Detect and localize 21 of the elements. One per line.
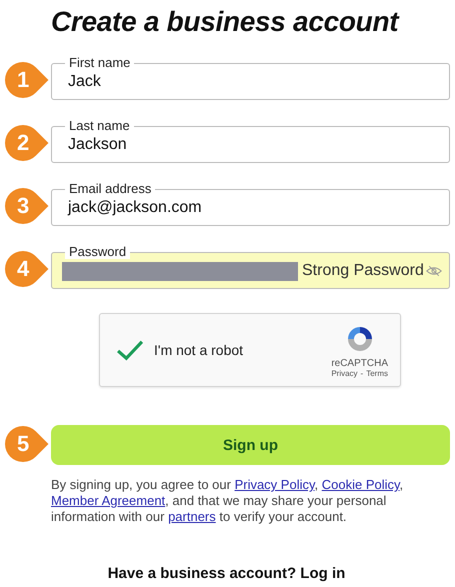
terms-link[interactable]: Terms [366, 368, 388, 378]
check-icon[interactable] [116, 339, 144, 361]
separator: - [360, 368, 364, 378]
sign-up-button[interactable]: Sign up [51, 425, 450, 465]
policy-link[interactable]: Cookie Policy [322, 477, 400, 492]
captcha-label: I'm not a robot [154, 342, 244, 358]
login-link[interactable]: Have a business account? Log in [108, 565, 346, 582]
input-field[interactable]: First name Jack [51, 56, 450, 100]
policy-link[interactable]: partners [168, 509, 216, 524]
password-strength: Strong Password [302, 262, 424, 280]
input-field[interactable]: Last name Jackson [51, 119, 450, 163]
privacy-link[interactable]: Privacy [331, 368, 358, 378]
legal-notice: By signing up, you agree to our Privacy Policy, Cookie Policy, Member Agreement, and that we may share your personal information with our partners to verify your account. [51, 477, 404, 525]
page-title: Create a business account [51, 5, 400, 39]
hidden-eye-icon[interactable] [426, 265, 442, 277]
input-field[interactable]: Email address jack@jackson.com [51, 182, 450, 226]
policy-link[interactable]: Privacy Policy [234, 477, 315, 492]
field-label: Password [65, 245, 130, 259]
policy-link[interactable]: Member Agreement [51, 493, 166, 508]
captcha-brand: reCAPTCHA [331, 358, 388, 368]
input-field[interactable]: Password Strong Password [51, 245, 450, 289]
